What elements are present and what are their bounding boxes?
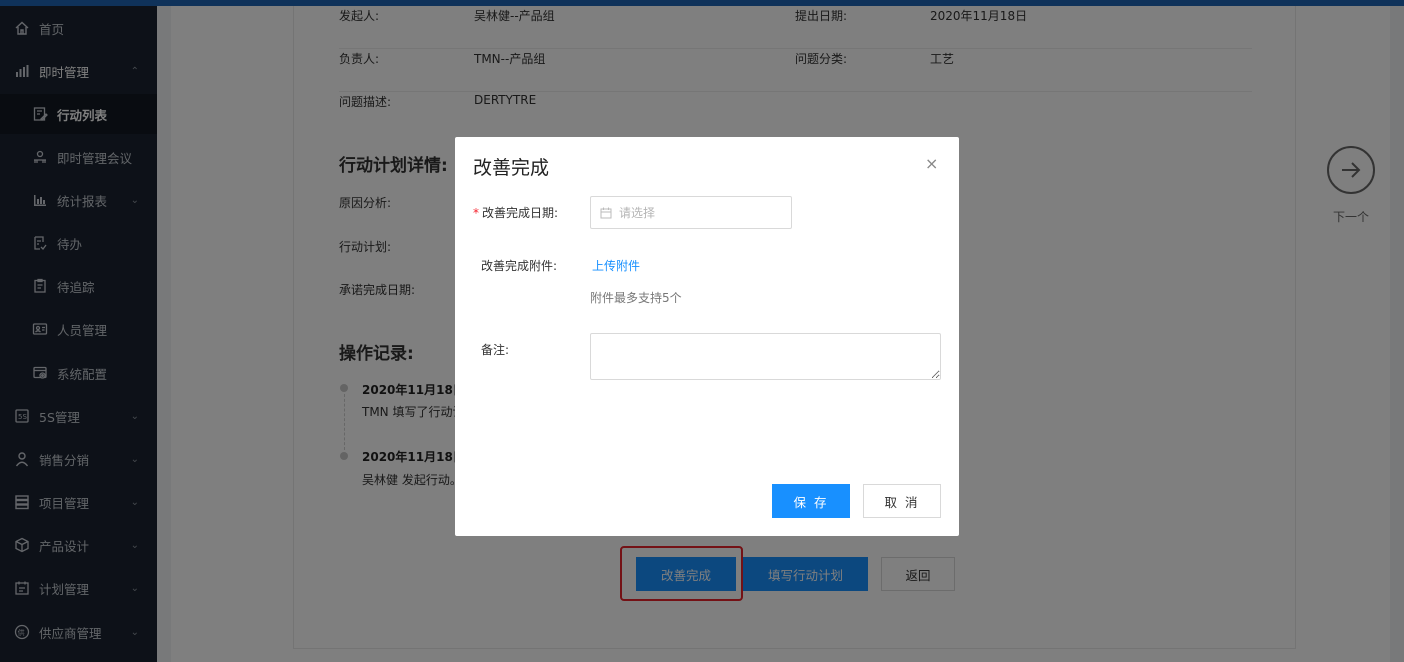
close-icon[interactable]: × [925,154,938,173]
remark-textarea[interactable] [590,333,941,380]
completion-date-input[interactable] [619,205,779,220]
required-mark: * [473,206,479,220]
improve-done-modal: 改善完成 × *改善完成日期: 改善完成附件: 上传附件 附件最多支持5个 备注… [455,137,959,536]
save-button[interactable]: 保 存 [772,484,850,518]
attachment-hint: 附件最多支持5个 [590,291,682,305]
calendar-icon [600,207,612,219]
modal-title: 改善完成 [473,157,550,179]
completion-date-label: * 改善完成日期: [473,204,558,221]
remark-label: 备注: [481,343,510,357]
cancel-button[interactable]: 取 消 [863,484,941,518]
completion-date-picker[interactable] [590,196,792,229]
completion-date-label-text: 改善完成日期: [482,206,559,220]
attachment-label: 改善完成附件: [481,259,558,273]
upload-attachment-link[interactable]: 上传附件 [592,257,640,274]
